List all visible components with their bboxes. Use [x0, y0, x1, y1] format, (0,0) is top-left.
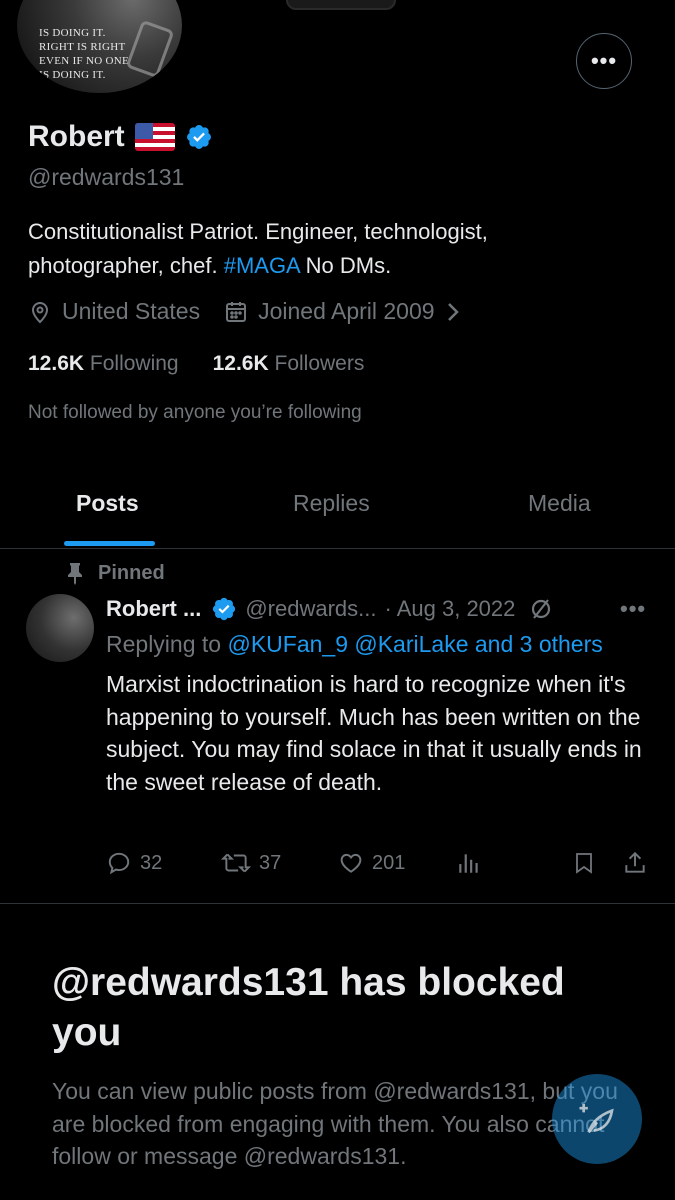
- blocked-title: @redwards131 has blocked you: [52, 961, 565, 1054]
- flag-icon: [134, 123, 175, 151]
- share-icon: [625, 851, 645, 873]
- more-icon: •••: [590, 48, 618, 73]
- verified-icon: [213, 597, 236, 621]
- followers-stat[interactable]: 12.6K Followers: [213, 352, 365, 376]
- more-options-button[interactable]: •••: [576, 33, 632, 89]
- tab-replies[interactable]: Replies: [293, 490, 370, 517]
- status-notch: [286, 0, 396, 10]
- chevron-right-icon: [447, 302, 459, 321]
- post-author-name[interactable]: Robert ...: [106, 596, 201, 622]
- views-button[interactable]: [456, 850, 482, 876]
- profile-tabs: Posts Replies Media: [0, 470, 675, 549]
- location: United States: [28, 298, 200, 325]
- active-tab-indicator: [64, 541, 155, 546]
- no-edit-icon: [532, 599, 551, 619]
- verified-icon[interactable]: [185, 123, 213, 151]
- tab-media[interactable]: Media: [528, 490, 591, 517]
- reply-icon: [108, 852, 130, 875]
- bookmark-icon: [576, 853, 592, 874]
- not-followed-note: Not followed by anyone you’re following: [28, 402, 362, 423]
- post-text: Marxist indoctrination is hard to recogn…: [106, 671, 642, 795]
- share-button[interactable]: [622, 850, 648, 876]
- post-author-handle: @redwards...: [245, 596, 377, 621]
- joined-date[interactable]: Joined April 2009: [224, 298, 460, 325]
- post-more-icon[interactable]: •••: [620, 596, 646, 622]
- like-button[interactable]: 201: [338, 850, 405, 876]
- tab-posts[interactable]: Posts: [76, 490, 139, 517]
- post-actions: 32 37 201: [106, 850, 646, 882]
- pinned-label: Pinned: [66, 561, 165, 585]
- hashtag-link[interactable]: #MAGA: [224, 253, 300, 278]
- compose-button[interactable]: [552, 1074, 642, 1164]
- profile-meta: United States Joined April 2009: [28, 298, 485, 325]
- post-avatar[interactable]: [26, 594, 94, 662]
- calendar-icon: [226, 301, 247, 322]
- location-icon: [31, 301, 49, 323]
- compose-icon: [579, 1104, 614, 1134]
- like-icon: [340, 853, 362, 873]
- reply-button[interactable]: 32: [106, 850, 162, 876]
- profile-name-row: Robert: [28, 120, 213, 154]
- profile-handle: @redwards131: [28, 164, 185, 190]
- profile-display-name: Robert: [28, 120, 125, 153]
- profile-avatar[interactable]: IS DOING IT. RIGHT IS RIGHT EVEN IF NO O…: [14, 0, 185, 96]
- section-divider: [0, 903, 675, 904]
- post-date[interactable]: · Aug 3, 2022: [385, 596, 516, 622]
- views-icon: [459, 854, 478, 873]
- profile-bio: Constitutionalist Patriot. Engineer, tec…: [28, 219, 488, 278]
- repost-button[interactable]: 37: [221, 850, 281, 876]
- post-header: Robert ... @redwards... · Aug 3, 2022: [106, 596, 553, 622]
- reply-mentions-link[interactable]: @KUFan_9 @KariLake and 3 others: [227, 631, 602, 657]
- follow-stats: 12.6K Following 12.6K Followers: [28, 352, 364, 376]
- replying-to: Replying to @KUFan_9 @KariLake and 3 oth…: [106, 631, 603, 657]
- following-stat[interactable]: 12.6K Following: [28, 352, 179, 376]
- repost-icon: [221, 853, 251, 873]
- bookmark-button[interactable]: [572, 850, 596, 876]
- pin-icon: [68, 563, 82, 585]
